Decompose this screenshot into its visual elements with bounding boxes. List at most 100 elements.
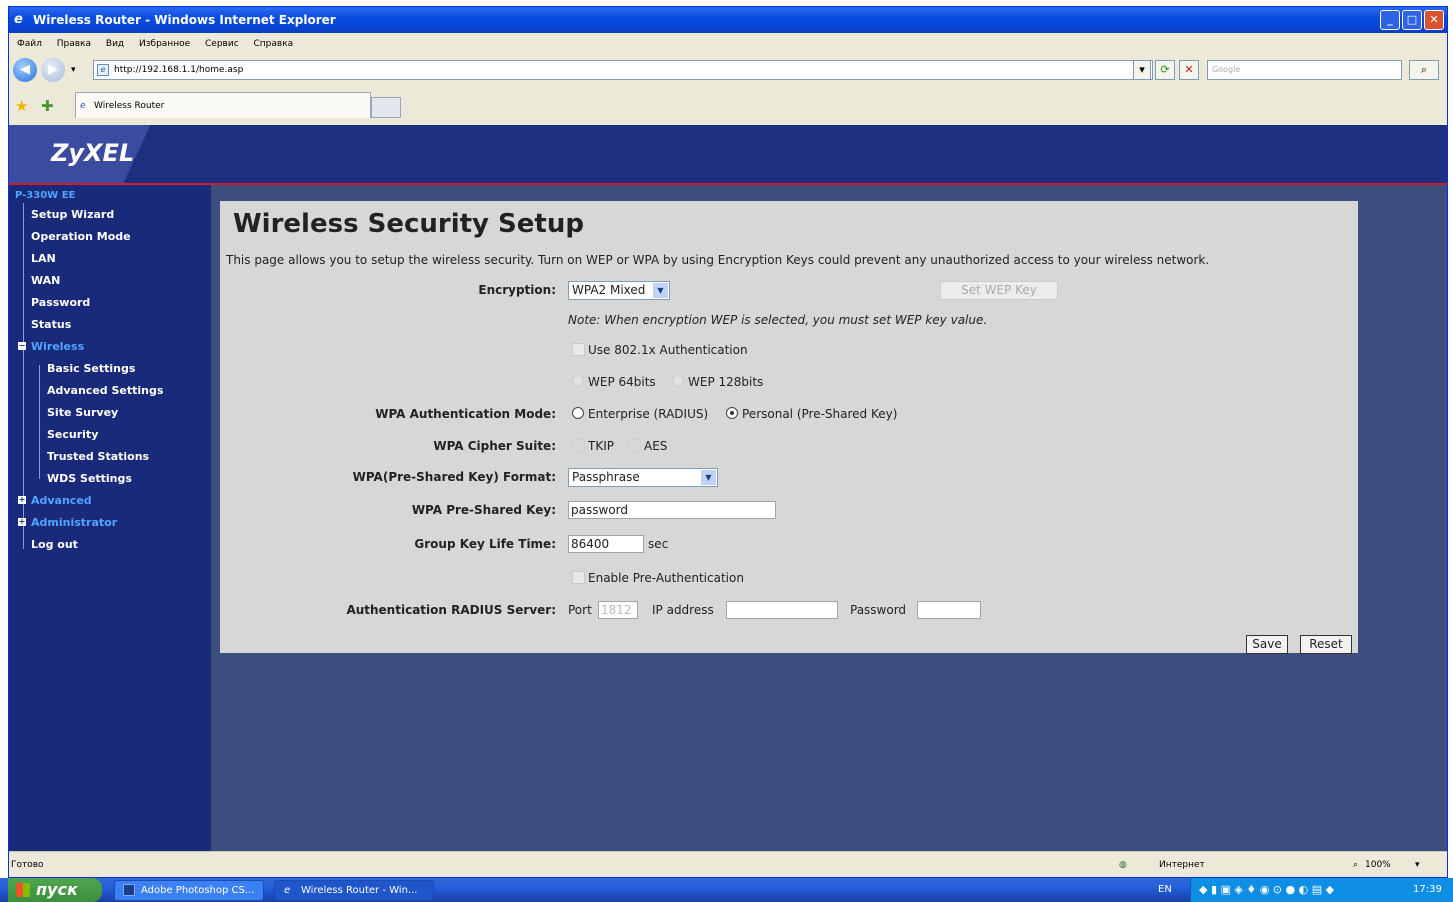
use-8021x-checkbox[interactable]: [572, 343, 585, 356]
nav-wireless[interactable]: Wireless: [31, 340, 84, 353]
auth-enterprise-label: Enterprise (RADIUS): [588, 407, 709, 421]
nav-wds-settings[interactable]: WDS Settings: [47, 472, 132, 485]
auth-enterprise-radio[interactable]: [572, 407, 584, 419]
page-viewport: ZyXEL P-330W EE Setup Wizard Operation M…: [9, 125, 1447, 851]
nav-advanced-settings[interactable]: Advanced Settings: [47, 384, 163, 397]
wep128-radio[interactable]: [672, 375, 684, 387]
browser-window: e Wireless Router - Windows Internet Exp…: [8, 6, 1448, 878]
system-tray: ◆ ▮ ▣ ◈ ♦ ◉ ⊙ ● ◐ ▤ ◆ 17:39: [1190, 878, 1453, 902]
refresh-icon[interactable]: ⟳: [1155, 60, 1175, 80]
start-label: пуск: [36, 880, 78, 899]
menu-file[interactable]: Файл: [17, 39, 42, 49]
radius-password-input[interactable]: [917, 601, 981, 619]
expand-icon[interactable]: +: [18, 518, 26, 526]
psk-format-select[interactable]: Passphrase ▼: [568, 468, 718, 487]
radius-label: Authentication RADIUS Server:: [346, 603, 556, 617]
back-icon[interactable]: ◀: [13, 58, 37, 82]
nav-wan[interactable]: WAN: [31, 274, 60, 287]
wep-note: Note: When encryption WEP is selected, y…: [568, 313, 988, 327]
nav-log-out[interactable]: Log out: [31, 538, 78, 551]
encryption-select[interactable]: WPA2 Mixed ▼: [568, 281, 670, 300]
radius-ip-input[interactable]: [726, 601, 838, 619]
zoom-level[interactable]: 100%: [1365, 852, 1391, 878]
menu-favorites[interactable]: Избранное: [139, 39, 190, 49]
wep64-label: WEP 64bits: [588, 375, 656, 389]
task-photoshop[interactable]: Adobe Photoshop CS...: [114, 880, 264, 901]
tab-wireless-router[interactable]: e Wireless Router: [75, 92, 371, 118]
wep64-radio[interactable]: [572, 375, 584, 387]
status-bar: Готово ◍ Интернет ⌕ 100% ▾: [9, 851, 1447, 877]
minimize-button[interactable]: _: [1380, 10, 1400, 30]
menu-bar: Файл Правка Вид Избранное Сервис Справка: [9, 33, 1447, 55]
tkip-checkbox[interactable]: [572, 439, 585, 452]
radius-ip-label: IP address: [652, 603, 714, 617]
nav-setup-wizard[interactable]: Setup Wizard: [31, 208, 114, 221]
nav-lan[interactable]: LAN: [31, 252, 56, 265]
radius-port-input[interactable]: 1812: [598, 601, 638, 619]
menu-help[interactable]: Справка: [254, 39, 294, 49]
nav-advanced[interactable]: Advanced: [31, 494, 92, 507]
search-icon[interactable]: ⌕: [1409, 60, 1439, 80]
set-wep-key-button[interactable]: Set WEP Key: [940, 281, 1058, 300]
aes-checkbox[interactable]: [628, 439, 641, 452]
page-description: This page allows you to setup the wirele…: [226, 253, 1210, 267]
zyxel-logo: ZyXEL: [51, 139, 135, 167]
menu-tools[interactable]: Сервис: [205, 39, 239, 49]
chevron-down-icon: ▼: [701, 470, 716, 485]
nav-administrator[interactable]: Administrator: [31, 516, 117, 529]
psk-label: WPA Pre-Shared Key:: [411, 503, 556, 517]
radius-password-label: Password: [850, 603, 907, 617]
nav-trusted-stations[interactable]: Trusted Stations: [47, 450, 149, 463]
new-tab-button[interactable]: [371, 97, 401, 118]
close-button[interactable]: ✕: [1424, 10, 1444, 30]
nav-password[interactable]: Password: [31, 296, 90, 309]
sidebar: P-330W EE Setup Wizard Operation Mode LA…: [9, 185, 211, 851]
radius-port-label: Port: [568, 603, 592, 617]
expand-icon[interactable]: +: [18, 496, 26, 504]
nav-security[interactable]: Security: [47, 428, 98, 441]
menu-edit[interactable]: Правка: [57, 39, 91, 49]
cipher-label: WPA Cipher Suite:: [433, 439, 556, 453]
psk-input[interactable]: password: [568, 501, 776, 519]
nav-basic-settings[interactable]: Basic Settings: [47, 362, 135, 375]
address-input[interactable]: e http://192.168.1.1/home.asp: [93, 60, 1153, 80]
page-icon: e: [97, 64, 109, 76]
header-divider: [9, 183, 1447, 185]
search-input[interactable]: Google: [1207, 60, 1402, 80]
psk-format-value: Passphrase: [572, 470, 640, 484]
address-dropdown-icon[interactable]: ▾: [1133, 60, 1151, 80]
nav-site-survey[interactable]: Site Survey: [47, 406, 118, 419]
collapse-icon[interactable]: −: [18, 342, 26, 350]
nav-status[interactable]: Status: [31, 318, 71, 331]
page-title: Wireless Security Setup: [233, 209, 584, 239]
favorites-star-icon[interactable]: ★: [15, 97, 28, 115]
add-favorite-icon[interactable]: ✚: [41, 97, 54, 115]
group-key-input[interactable]: 86400: [568, 535, 644, 553]
zoom-dropdown-icon[interactable]: ▾: [1415, 852, 1420, 878]
forward-icon[interactable]: ▶: [41, 58, 65, 82]
maximize-button[interactable]: □: [1402, 10, 1422, 30]
router-header: ZyXEL: [9, 125, 1447, 183]
history-dropdown-icon[interactable]: ▾: [71, 65, 76, 75]
encryption-value: WPA2 Mixed: [572, 283, 646, 297]
task-wireless-router[interactable]: e Wireless Router - Win...: [274, 880, 434, 901]
auth-personal-radio[interactable]: [726, 407, 738, 419]
stop-icon[interactable]: ✕: [1179, 60, 1199, 80]
start-button[interactable]: пуск: [8, 878, 102, 902]
use-8021x-label: Use 802.1x Authentication: [588, 343, 748, 357]
security-panel: Wireless Security Setup This page allows…: [220, 201, 1358, 654]
tray-icons[interactable]: ◆ ▮ ▣ ◈ ♦ ◉ ⊙ ● ◐ ▤ ◆: [1199, 878, 1334, 902]
auth-personal-label: Personal (Pre-Shared Key): [742, 407, 898, 421]
save-button[interactable]: Save: [1246, 635, 1288, 654]
reset-button[interactable]: Reset: [1300, 635, 1352, 654]
taskbar: пуск Adobe Photoshop CS... e Wireless Ro…: [0, 878, 1453, 902]
language-indicator[interactable]: EN: [1158, 878, 1172, 902]
tab-bar: ★ ✚ e Wireless Router: [9, 85, 1447, 125]
auth-mode-label: WPA Authentication Mode:: [375, 407, 556, 421]
group-key-unit: sec: [648, 537, 669, 551]
zone-text: Интернет: [1159, 860, 1205, 870]
menu-view[interactable]: Вид: [106, 39, 124, 49]
preauth-checkbox[interactable]: [572, 571, 585, 584]
globe-icon: ◍: [1119, 860, 1127, 870]
nav-operation-mode[interactable]: Operation Mode: [31, 230, 131, 243]
